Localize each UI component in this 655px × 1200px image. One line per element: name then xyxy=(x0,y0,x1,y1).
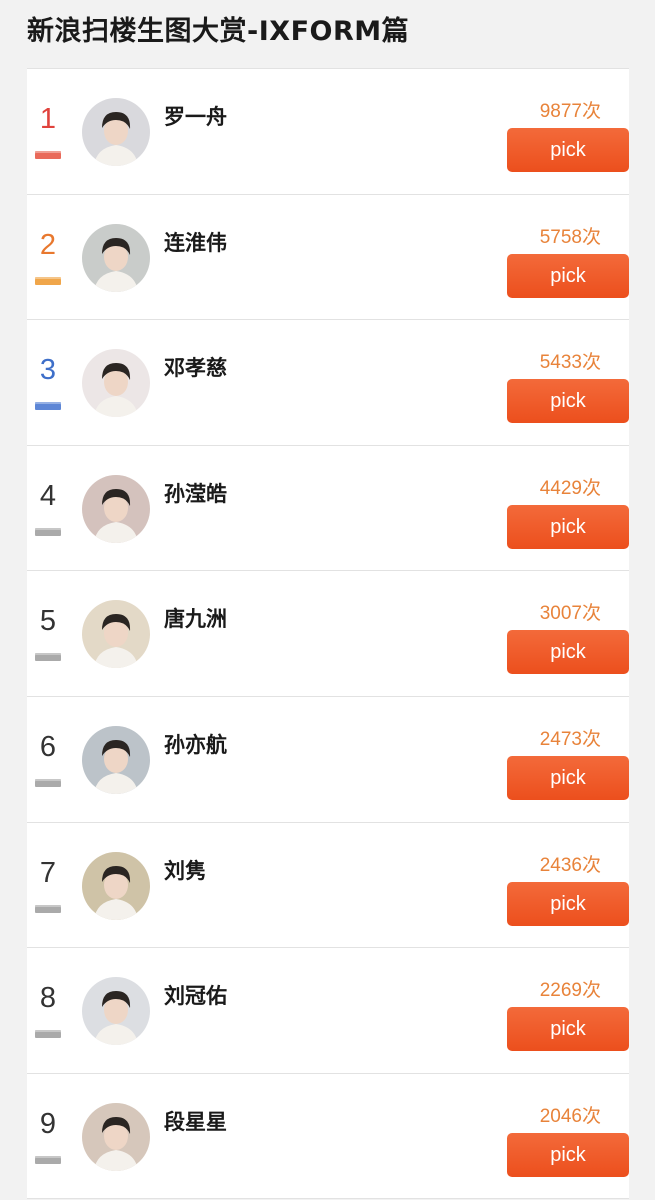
avatar xyxy=(82,223,150,292)
rank-number: 3 xyxy=(39,354,57,387)
member-name: 唐九洲 xyxy=(164,607,227,632)
ranking-row: 1 罗一舟 9877次 pick xyxy=(27,69,629,195)
rank-trend-icon xyxy=(35,904,61,913)
ranking-row: 4 孙滢皓 4429次 pick xyxy=(27,445,629,572)
rank-trend-icon xyxy=(35,402,61,411)
ranking-row: 9 段星星 2046次 pick xyxy=(27,1073,629,1200)
vote-count: 9877次 xyxy=(539,101,601,122)
rank-trend-icon xyxy=(35,778,61,787)
ranking-row: 5 唐九洲 3007次 pick xyxy=(27,571,629,697)
pick-button[interactable]: pick xyxy=(507,755,629,800)
member-name: 刘隽 xyxy=(164,858,206,883)
vote-count: 2436次 xyxy=(539,854,601,876)
pick-button[interactable]: pick xyxy=(507,881,629,926)
ranking-row: 7 刘隽 2436次 pick xyxy=(27,822,629,949)
rank-trend-icon xyxy=(35,1155,61,1164)
pick-button[interactable]: pick xyxy=(507,504,629,549)
avatar xyxy=(82,600,150,669)
member-name: 连淮伟 xyxy=(164,230,227,255)
rank-trend-icon xyxy=(35,276,61,285)
vote-count: 5433次 xyxy=(539,352,601,374)
ranking-row: 8 刘冠佑 2269次 pick xyxy=(27,948,629,1074)
avatar xyxy=(82,851,150,920)
ranking-list: 1 罗一舟 9877次 pick 2 连淮伟 5758次 pick 3 邓孝慈 5433次 pick 4… xyxy=(27,68,629,1200)
ranking-row: 6 孙亦航 2473次 pick xyxy=(27,696,629,823)
avatar xyxy=(82,725,150,794)
rank-trend-icon xyxy=(35,653,61,662)
rank-number: 6 xyxy=(39,730,57,763)
rank-trend-icon xyxy=(35,1030,61,1039)
avatar xyxy=(82,349,150,418)
page-title: 新浪扫楼生图大赏-IXFORM篇 xyxy=(27,16,410,47)
member-name: 刘冠佑 xyxy=(164,984,227,1009)
avatar xyxy=(82,977,150,1046)
rank-number: 8 xyxy=(39,982,57,1015)
pick-button[interactable]: pick xyxy=(507,379,629,424)
pick-button[interactable]: pick xyxy=(507,1007,629,1052)
avatar xyxy=(82,98,150,166)
rank-number: 9 xyxy=(39,1107,57,1140)
avatar xyxy=(82,1102,150,1171)
member-name: 邓孝慈 xyxy=(164,356,227,381)
pick-button[interactable]: pick xyxy=(507,630,629,675)
vote-count: 3007次 xyxy=(539,603,601,625)
vote-count: 2473次 xyxy=(539,728,601,750)
rank-number: 7 xyxy=(39,856,57,889)
ranking-row: 2 连淮伟 5758次 pick xyxy=(27,194,629,321)
vote-count: 2269次 xyxy=(539,980,601,1002)
vote-count: 2046次 xyxy=(539,1105,601,1127)
rank-number: 4 xyxy=(39,479,57,512)
rank-number: 2 xyxy=(39,228,57,261)
pick-button[interactable]: pick xyxy=(507,253,629,298)
member-name: 段星星 xyxy=(164,1109,227,1134)
rank-trend-icon xyxy=(35,151,61,159)
ranking-row: 3 邓孝慈 5433次 pick xyxy=(27,320,629,446)
member-name: 孙滢皓 xyxy=(164,481,227,506)
rank-number: 5 xyxy=(39,605,57,638)
pick-button[interactable]: pick xyxy=(507,1132,629,1177)
rank-number: 1 xyxy=(39,103,57,135)
member-name: 罗一舟 xyxy=(164,105,227,129)
vote-count: 5758次 xyxy=(539,226,601,248)
pick-button[interactable]: pick xyxy=(507,128,629,172)
avatar xyxy=(82,474,150,543)
vote-count: 4429次 xyxy=(539,477,601,499)
rank-trend-icon xyxy=(35,527,61,536)
member-name: 孙亦航 xyxy=(164,732,227,757)
